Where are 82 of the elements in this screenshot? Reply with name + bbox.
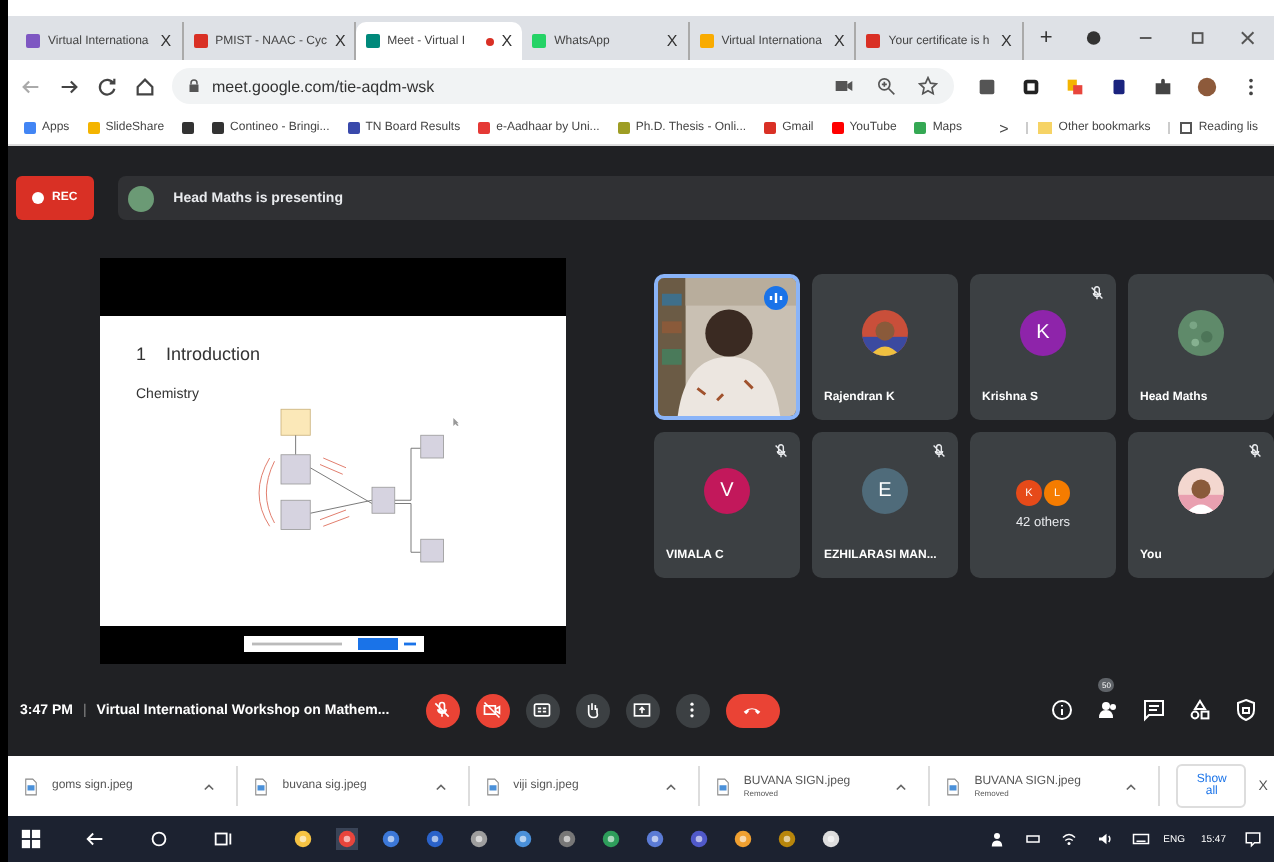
captions-button[interactable] (525, 693, 560, 727)
avatar-initial: K (1020, 310, 1066, 356)
app-icon[interactable] (600, 828, 622, 850)
app-icon[interactable] (468, 828, 490, 850)
close-icon[interactable] (1238, 28, 1258, 48)
app-icon[interactable] (688, 828, 710, 850)
chat-button[interactable] (1142, 698, 1166, 722)
recording-dot-icon (485, 37, 494, 45)
caret-icon[interactable] (433, 781, 448, 791)
info-button[interactable] (1050, 698, 1074, 722)
tab-close[interactable]: X (1001, 32, 1012, 50)
avatar-icon (1178, 310, 1224, 356)
mic-button[interactable] (425, 693, 460, 727)
camera-icon[interactable] (834, 76, 854, 96)
profile-avatar-icon[interactable] (1196, 75, 1218, 97)
app-icon[interactable] (556, 828, 578, 850)
image-file-icon (485, 777, 500, 795)
tab-close[interactable]: X (334, 32, 346, 50)
tab-close[interactable]: X (666, 32, 678, 50)
zoom-icon[interactable] (876, 76, 896, 96)
app-icon[interactable] (776, 828, 798, 850)
home-icon[interactable] (134, 75, 156, 97)
avatar-initial: V (704, 468, 750, 514)
back-icon[interactable] (84, 828, 106, 850)
image-file-icon (254, 777, 269, 795)
new-tab-button[interactable]: + (1023, 26, 1069, 50)
hand-icon (582, 700, 603, 720)
app-icon[interactable] (820, 828, 842, 850)
activities-button[interactable] (1188, 698, 1212, 722)
search-icon[interactable] (148, 828, 170, 850)
cursor-icon (452, 416, 460, 428)
volume-icon[interactable] (1095, 830, 1114, 848)
extension-icon[interactable] (1020, 75, 1042, 97)
reload-icon[interactable] (96, 75, 118, 97)
image-file-icon (24, 777, 38, 795)
avatar-initial: E (862, 468, 908, 514)
extension-icon[interactable] (976, 75, 998, 97)
tab-close[interactable]: X (501, 32, 513, 50)
caret-icon[interactable] (663, 781, 678, 791)
notification-icon[interactable] (1244, 830, 1262, 848)
tab-close[interactable]: X (160, 32, 172, 50)
wifi-icon[interactable] (1059, 830, 1078, 848)
image-file-icon (946, 777, 961, 795)
keyboard-icon[interactable] (1131, 830, 1150, 848)
forward-icon[interactable] (58, 75, 80, 97)
bookmarks-overflow[interactable]: > (999, 119, 1009, 137)
app-icon[interactable] (424, 828, 446, 850)
record-icon[interactable] (1084, 28, 1104, 48)
camera-button[interactable] (475, 693, 510, 727)
hand-button[interactable] (575, 693, 610, 727)
caret-icon[interactable] (1124, 781, 1139, 791)
slide-title: Introduction (166, 344, 261, 364)
host-button[interactable] (1234, 698, 1258, 722)
present-button[interactable] (625, 693, 660, 727)
person-icon[interactable] (987, 830, 1006, 848)
battery-icon[interactable] (1023, 830, 1042, 848)
app-icon[interactable] (644, 828, 666, 850)
avatar-icon (127, 185, 154, 211)
puzzle-icon[interactable] (1152, 75, 1174, 97)
extension-icon[interactable] (1108, 75, 1130, 97)
app-icon[interactable] (380, 828, 402, 850)
app-icon[interactable] (732, 828, 754, 850)
star-icon[interactable] (918, 76, 938, 96)
address-bar[interactable]: meet.google.com/tie-aqdm-wsk (172, 68, 954, 104)
camera-off-icon (482, 700, 503, 720)
bookmark-icon[interactable] (182, 122, 195, 134)
caret-icon[interactable] (202, 781, 217, 791)
more-button[interactable] (675, 693, 710, 727)
present-screen-icon (632, 700, 653, 720)
task-view-icon[interactable] (212, 828, 234, 850)
captions-icon (532, 700, 553, 720)
slide-number: 1 (136, 344, 147, 364)
caret-icon[interactable] (894, 781, 909, 791)
image-file-icon (715, 777, 730, 795)
mic-off-icon (432, 700, 453, 720)
tab-close[interactable]: X (833, 32, 845, 50)
end-button[interactable] (725, 693, 780, 727)
lock-icon (188, 78, 200, 94)
windows-logo-icon[interactable] (20, 828, 42, 850)
maximize-icon[interactable] (1187, 28, 1207, 48)
app-icon[interactable] (292, 828, 314, 850)
app-icon[interactable] (512, 828, 534, 850)
